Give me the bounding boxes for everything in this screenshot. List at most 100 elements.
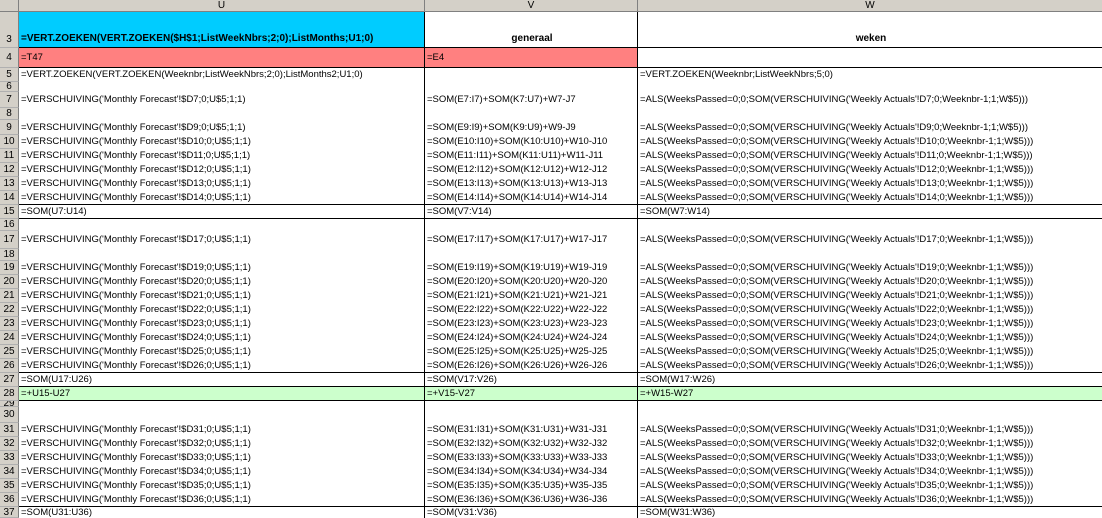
cell-w[interactable]: =ALS(WeeksPassed=0;0;SOM(VERSCHUIVING('W… [638, 191, 1102, 205]
cell-u[interactable]: =VERSCHUIVING('Monthly Forecast'!$D9;0;U… [19, 120, 425, 135]
row-header[interactable]: 24 [0, 331, 19, 345]
row-header[interactable]: 5 [0, 68, 19, 82]
row-header[interactable]: 12 [0, 163, 19, 177]
cell-u[interactable] [19, 82, 425, 92]
cell-v[interactable] [425, 249, 638, 261]
cell-v[interactable]: =SOM(E19:I19)+SOM(K19:U19)+W19-J19 [425, 261, 638, 275]
row-header[interactable]: 22 [0, 303, 19, 317]
cell-w[interactable]: =ALS(WeeksPassed=0;0;SOM(VERSCHUIVING('W… [638, 177, 1102, 191]
row-header[interactable]: 34 [0, 465, 19, 479]
cell-v[interactable]: =SOM(E11:I11)+SOM(K11:U11)+W11-J11 [425, 149, 638, 163]
row-header[interactable]: 4 [0, 48, 19, 68]
column-header-v[interactable]: V [425, 0, 638, 12]
cell-w[interactable]: =+W15-W27 [638, 387, 1102, 401]
cell-v[interactable]: =SOM(E7:I7)+SOM(K7:U7)+W7-J7 [425, 92, 638, 108]
row-header[interactable]: 25 [0, 345, 19, 359]
cell-v[interactable]: =SOM(V31:V36) [425, 507, 638, 518]
row-header[interactable]: 14 [0, 191, 19, 205]
cell-v[interactable]: =SOM(E22:I22)+SOM(K22:U22)+W22-J22 [425, 303, 638, 317]
cell-u[interactable]: =VERSCHUIVING('Monthly Forecast'!$D10;0;… [19, 135, 425, 149]
row-header[interactable]: 20 [0, 275, 19, 289]
cell-u[interactable]: =VERSCHUIVING('Monthly Forecast'!$D31;0;… [19, 423, 425, 437]
cell-v[interactable]: =SOM(E13:I13)+SOM(K13:U13)+W13-J13 [425, 177, 638, 191]
row-header[interactable]: 17 [0, 231, 19, 249]
column-header-w[interactable]: W [638, 0, 1102, 12]
cell-w[interactable] [638, 407, 1102, 423]
cell-u[interactable]: =VERSCHUIVING('Monthly Forecast'!$D36;0;… [19, 493, 425, 507]
row-header[interactable]: 27 [0, 373, 19, 387]
row-header[interactable]: 19 [0, 261, 19, 275]
cell-v[interactable]: =SOM(E23:I23)+SOM(K23:U23)+W23-J23 [425, 317, 638, 331]
cell-u[interactable]: =VERSCHUIVING('Monthly Forecast'!$D13;0;… [19, 177, 425, 191]
cell-u[interactable]: =VERSCHUIVING('Monthly Forecast'!$D14;0;… [19, 191, 425, 205]
row-header[interactable]: 23 [0, 317, 19, 331]
cell-v[interactable]: generaal [425, 12, 638, 48]
cell-u[interactable] [19, 108, 425, 120]
cell-v[interactable] [425, 68, 638, 82]
row-header[interactable]: 8 [0, 108, 19, 120]
row-header[interactable]: 31 [0, 423, 19, 437]
cell-u[interactable]: =VERSCHUIVING('Monthly Forecast'!$D23;0;… [19, 317, 425, 331]
cell-u[interactable]: =VERSCHUIVING('Monthly Forecast'!$D11;0;… [19, 149, 425, 163]
cell-v[interactable]: =SOM(E31:I31)+SOM(K31:U31)+W31-J31 [425, 423, 638, 437]
cell-u[interactable] [19, 219, 425, 231]
cell-u[interactable]: =VERSCHUIVING('Monthly Forecast'!$D21;0;… [19, 289, 425, 303]
cell-u[interactable]: =VERSCHUIVING('Monthly Forecast'!$D35;0;… [19, 479, 425, 493]
row-header[interactable]: 30 [0, 407, 19, 423]
cell-w[interactable]: =ALS(WeeksPassed=0;0;SOM(VERSCHUIVING('W… [638, 493, 1102, 507]
cell-w[interactable]: =SOM(W17:W26) [638, 373, 1102, 387]
cell-w[interactable]: =ALS(WeeksPassed=0;0;SOM(VERSCHUIVING('W… [638, 120, 1102, 135]
cell-w[interactable]: =ALS(WeeksPassed=0;0;SOM(VERSCHUIVING('W… [638, 275, 1102, 289]
row-header[interactable]: 21 [0, 289, 19, 303]
cell-w[interactable]: =ALS(WeeksPassed=0;0;SOM(VERSCHUIVING('W… [638, 261, 1102, 275]
cell-u[interactable]: =VERSCHUIVING('Monthly Forecast'!$D20;0;… [19, 275, 425, 289]
select-all-corner[interactable] [0, 0, 19, 12]
cell-u[interactable]: =SOM(U31:U36) [19, 507, 425, 518]
cell-v[interactable]: =SOM(E36:I36)+SOM(K36:U36)+W36-J36 [425, 493, 638, 507]
cell-v[interactable]: =SOM(E34:I34)+SOM(K34:U34)+W34-J34 [425, 465, 638, 479]
cell-w[interactable]: =ALS(WeeksPassed=0;0;SOM(VERSCHUIVING('W… [638, 345, 1102, 359]
cell-w[interactable] [638, 108, 1102, 120]
row-header[interactable]: 18 [0, 249, 19, 261]
row-header[interactable]: 36 [0, 493, 19, 507]
cell-u[interactable]: =VERSCHUIVING('Monthly Forecast'!$D32;0;… [19, 437, 425, 451]
cell-v[interactable]: =+V15-V27 [425, 387, 638, 401]
row-header[interactable]: 16 [0, 219, 19, 231]
row-header[interactable]: 37 [0, 507, 19, 518]
cell-u[interactable]: =T47 [19, 48, 425, 68]
row-header[interactable]: 9 [0, 120, 19, 135]
row-header[interactable]: 15 [0, 205, 19, 219]
row-header[interactable]: 7 [0, 92, 19, 108]
cell-w[interactable]: =SOM(W7:W14) [638, 205, 1102, 219]
cell-v[interactable] [425, 82, 638, 92]
cell-w[interactable]: =ALS(WeeksPassed=0;0;SOM(VERSCHUIVING('W… [638, 331, 1102, 345]
cell-u[interactable]: =VERSCHUIVING('Monthly Forecast'!$D34;0;… [19, 465, 425, 479]
cell-v[interactable]: =SOM(E20:I20)+SOM(K20:U20)+W20-J20 [425, 275, 638, 289]
row-header[interactable]: 11 [0, 149, 19, 163]
row-header[interactable]: 35 [0, 479, 19, 493]
cell-v[interactable]: =SOM(V7:V14) [425, 205, 638, 219]
cell-v[interactable]: =SOM(E33:I33)+SOM(K33:U33)+W33-J33 [425, 451, 638, 465]
cell-w[interactable]: =ALS(WeeksPassed=0;0;SOM(VERSCHUIVING('W… [638, 163, 1102, 177]
cell-w[interactable]: =ALS(WeeksPassed=0;0;SOM(VERSCHUIVING('W… [638, 92, 1102, 108]
cell-w[interactable]: =ALS(WeeksPassed=0;0;SOM(VERSCHUIVING('W… [638, 423, 1102, 437]
cell-w[interactable] [638, 48, 1102, 68]
cell-v[interactable]: =SOM(E9:I9)+SOM(K9:U9)+W9-J9 [425, 120, 638, 135]
cell-u[interactable]: =VERSCHUIVING('Monthly Forecast'!$D17;0;… [19, 231, 425, 249]
cell-w[interactable]: =ALS(WeeksPassed=0;0;SOM(VERSCHUIVING('W… [638, 451, 1102, 465]
cell-u[interactable]: =VERSCHUIVING('Monthly Forecast'!$D25;0;… [19, 345, 425, 359]
cell-v[interactable]: =SOM(E17:I17)+SOM(K17:U17)+W17-J17 [425, 231, 638, 249]
cell-u[interactable]: =VERSCHUIVING('Monthly Forecast'!$D22;0;… [19, 303, 425, 317]
cell-v[interactable]: =SOM(E12:I12)+SOM(K12:U12)+W12-J12 [425, 163, 638, 177]
cell-v[interactable] [425, 108, 638, 120]
cell-u[interactable]: =VERSCHUIVING('Monthly Forecast'!$D7;0;U… [19, 92, 425, 108]
cell-v[interactable]: =SOM(V17:V26) [425, 373, 638, 387]
cell-v[interactable]: =SOM(E10:I10)+SOM(K10:U10)+W10-J10 [425, 135, 638, 149]
cell-w[interactable]: weken [638, 12, 1102, 48]
row-header[interactable]: 33 [0, 451, 19, 465]
cell-u[interactable]: =VERSCHUIVING('Monthly Forecast'!$D26;0;… [19, 359, 425, 373]
row-header[interactable]: 3 [0, 12, 19, 48]
cell-v[interactable]: =E4 [425, 48, 638, 68]
row-header[interactable]: 32 [0, 437, 19, 451]
cell-u[interactable]: =SOM(U7:U14) [19, 205, 425, 219]
